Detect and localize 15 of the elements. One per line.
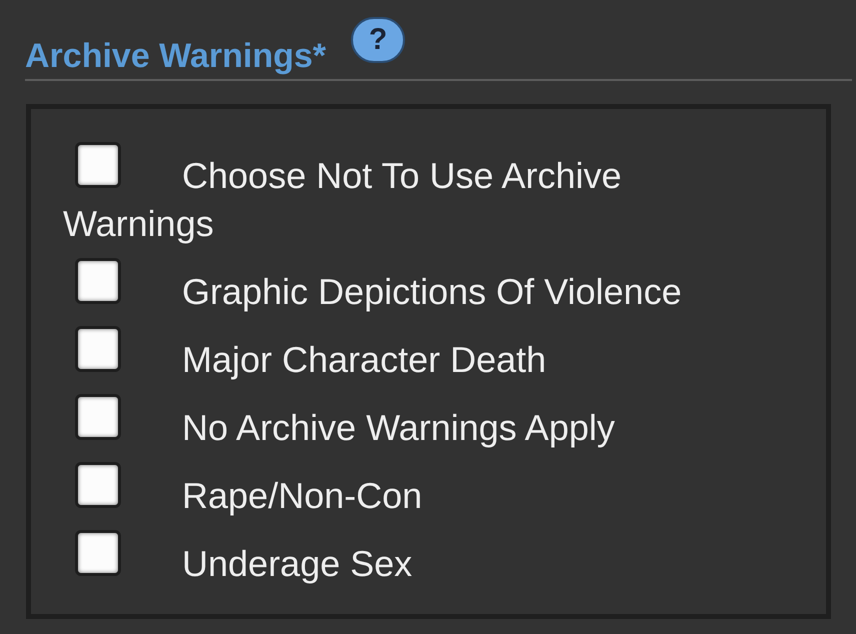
checkbox-label: Rape/Non-Con [182,475,422,516]
checkbox-label: Underage Sex [182,543,412,584]
checkbox[interactable] [75,530,121,576]
checkbox[interactable] [75,462,121,508]
checkbox-label: No Archive Warnings Apply [182,407,615,448]
checkbox[interactable] [75,326,121,372]
section-heading: Archive Warnings* [25,36,326,76]
checkbox[interactable] [75,258,121,304]
checkbox-label: Graphic Depictions Of Violence [182,271,682,312]
checkbox-label: Major Character Death [182,339,546,380]
checkbox-label: Warnings [63,203,214,244]
checkbox-label: Choose Not To Use Archive [182,155,622,196]
help-button[interactable]: ? [351,17,406,63]
checkbox[interactable] [75,142,121,188]
checkbox[interactable] [75,394,121,440]
